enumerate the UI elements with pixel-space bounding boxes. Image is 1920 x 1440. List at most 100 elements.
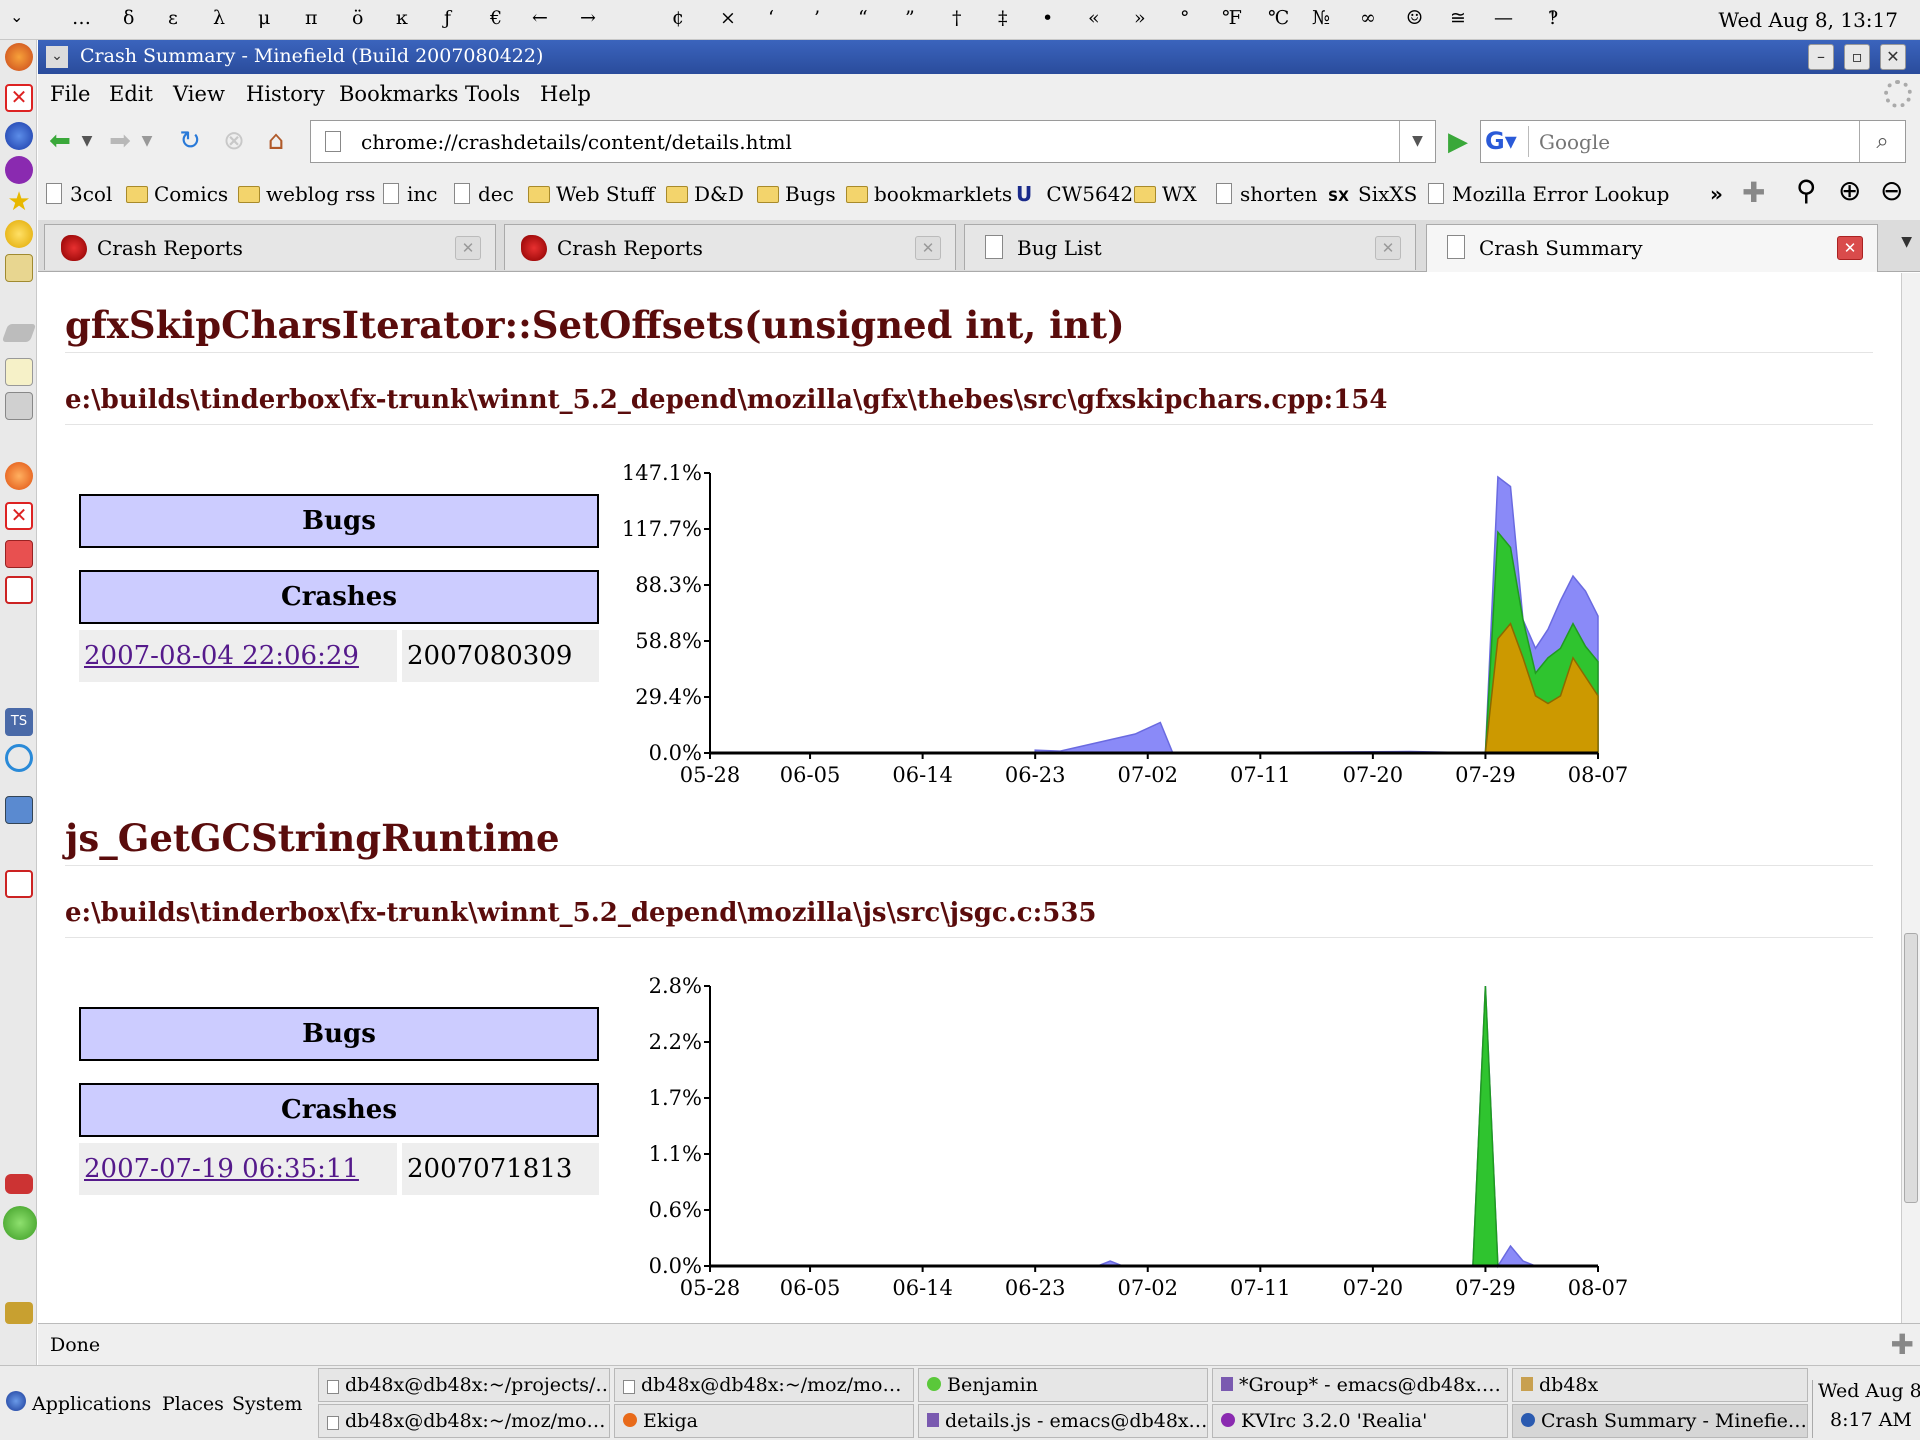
palette-glyph[interactable]: ‡: [998, 7, 1008, 29]
palette-glyph[interactable]: ĸ: [396, 7, 408, 29]
add-icon[interactable]: ✚: [1891, 1328, 1914, 1361]
menu-edit[interactable]: Edit: [109, 82, 153, 106]
crash-date-link[interactable]: 2007-07-19 06:35:11: [84, 1154, 359, 1184]
palette-glyph[interactable]: ☺: [1406, 7, 1423, 29]
tab-list-dropdown-icon[interactable]: ▼: [1901, 234, 1912, 250]
menu-bookmarks[interactable]: Bookmarks: [339, 82, 458, 106]
maximize-button[interactable]: ▫: [1844, 44, 1870, 70]
bc-icon[interactable]: [5, 576, 33, 604]
close-icon[interactable]: ✕: [5, 84, 33, 112]
panel-clock-time[interactable]: 8:17 AM: [1830, 1409, 1912, 1431]
palette-glyph[interactable]: ¢: [672, 7, 684, 29]
bookmark-folder-dnd[interactable]: D&D: [666, 182, 744, 206]
palette-glyph[interactable]: λ: [213, 7, 225, 29]
bookmark-folder-bookmarklets[interactable]: bookmarklets: [846, 182, 1012, 206]
refresh-icon[interactable]: [5, 744, 33, 772]
firefox-icon[interactable]: [5, 43, 33, 71]
taskbar-item[interactable]: details.js - emacs@db48x.…: [918, 1404, 1208, 1438]
taskbar-item[interactable]: KVIrc 3.2.0 'Realia': [1212, 1404, 1508, 1438]
palette-glyph[interactable]: «: [1088, 7, 1100, 29]
palette-glyph[interactable]: ‘: [768, 7, 774, 29]
palette-glyph[interactable]: °: [1180, 7, 1190, 29]
top-clock[interactable]: Wed Aug 8, 13:17: [1719, 8, 1898, 32]
palette-glyph[interactable]: ×: [720, 7, 736, 29]
taskbar-item[interactable]: db48x@db48x:~/moz/mo…: [318, 1404, 610, 1438]
system-menu[interactable]: System: [232, 1393, 302, 1415]
go-icon[interactable]: ▶: [1440, 124, 1476, 160]
palette-glyph[interactable]: …: [72, 7, 91, 29]
stop-icon[interactable]: ⊗: [218, 125, 250, 157]
back-dropdown-icon[interactable]: ▼: [78, 125, 96, 157]
menu-history[interactable]: History: [246, 82, 325, 106]
zoom-in-icon[interactable]: ⊕: [1838, 174, 1861, 207]
panel-clock-date[interactable]: Wed Aug 8: [1818, 1380, 1920, 1402]
search-go-icon[interactable]: ⌕: [1859, 121, 1905, 162]
palette-glyph[interactable]: π: [305, 7, 318, 29]
bookmark-folder-wx[interactable]: WX: [1134, 182, 1197, 206]
add-icon[interactable]: ✚: [1742, 176, 1765, 209]
palette-glyph[interactable]: »: [1134, 7, 1146, 29]
ubuntu-icon[interactable]: [5, 462, 33, 490]
tab-close-button[interactable]: ✕: [1375, 236, 1401, 260]
tab-crash-reports[interactable]: Crash Reports ✕: [44, 224, 496, 270]
close-window-button[interactable]: ✕: [1880, 44, 1906, 70]
zoom-out-icon[interactable]: ⊖: [1880, 174, 1903, 207]
bookmarks-overflow-icon[interactable]: »: [1710, 182, 1723, 206]
bookmark-sixxs[interactable]: SX SixXS: [1328, 182, 1417, 206]
vertical-scrollbar[interactable]: [1901, 273, 1920, 1323]
bookmark-shorten[interactable]: shorten: [1216, 182, 1318, 206]
close-icon[interactable]: ✕: [5, 502, 33, 530]
palette-glyph[interactable]: †: [952, 7, 962, 29]
window-titlebar[interactable]: ⌄ Crash Summary - Minefield (Build 20070…: [38, 40, 1920, 74]
palette-glyph[interactable]: ‽: [1548, 7, 1558, 29]
folder-icon[interactable]: [5, 254, 33, 282]
tab-bug-list[interactable]: Bug List ✕: [964, 224, 1416, 270]
taskbar-item[interactable]: db48x@db48x:~/moz/mo…: [614, 1368, 914, 1402]
url-history-dropdown-icon[interactable]: ▼: [1399, 121, 1435, 162]
smiley-icon[interactable]: [5, 220, 33, 248]
tab-close-button[interactable]: ✕: [455, 236, 481, 260]
palette-glyph[interactable]: ℃: [1268, 7, 1289, 29]
bookmark-folder-web-stuff[interactable]: Web Stuff: [528, 182, 655, 206]
ts-icon[interactable]: TS: [5, 708, 33, 736]
search-box[interactable]: G▾ ⌕: [1480, 120, 1906, 163]
taskbar-item[interactable]: Benjamin: [918, 1368, 1208, 1402]
palette-glyph[interactable]: •: [1042, 7, 1053, 29]
forward-icon[interactable]: ➡: [104, 125, 136, 157]
google-engine-icon[interactable]: G▾: [1485, 126, 1529, 157]
palette-glyph[interactable]: €: [490, 7, 502, 29]
tab-close-button[interactable]: ✕: [1837, 236, 1863, 260]
tab-close-button[interactable]: ✕: [915, 236, 941, 260]
bookmark-folder-weblog-rss[interactable]: weblog rss: [238, 182, 375, 206]
scrollbar-thumb[interactable]: [1904, 933, 1918, 1203]
bookmark-folder-comics[interactable]: Comics: [126, 182, 228, 206]
taskbar-item[interactable]: *Group* - emacs@db48x.…: [1212, 1368, 1508, 1402]
url-text[interactable]: chrome://crashdetails/content/details.ht…: [361, 130, 792, 154]
menu-tools[interactable]: Tools: [465, 82, 520, 106]
palette-glyph[interactable]: ε: [168, 7, 178, 29]
palette-glyph[interactable]: ∞: [1360, 7, 1376, 29]
forward-dropdown-icon[interactable]: ▼: [138, 125, 156, 157]
lock-icon[interactable]: [5, 1302, 33, 1324]
palette-glyph[interactable]: ≅: [1450, 7, 1466, 29]
kvirc-icon[interactable]: [5, 156, 33, 184]
eraser-icon[interactable]: [1, 324, 37, 342]
bookmark-dec[interactable]: dec: [454, 182, 514, 206]
magnifier-icon[interactable]: ⚲: [1796, 174, 1817, 207]
crash-date-link[interactable]: 2007-08-04 22:06:29: [84, 641, 359, 671]
palette-glyph[interactable]: μ: [258, 7, 270, 29]
bookmark-3col[interactable]: 3col: [46, 182, 112, 206]
palette-glyph[interactable]: →: [580, 7, 596, 29]
palette-glyph[interactable]: ”: [905, 7, 915, 29]
url-bar[interactable]: chrome://crashdetails/content/details.ht…: [310, 120, 1436, 163]
palette-glyph[interactable]: ←: [532, 7, 548, 29]
notepad-icon[interactable]: [5, 358, 33, 386]
bookmark-mozilla-error-lookup[interactable]: Mozilla Error Lookup: [1428, 182, 1669, 206]
palette-glyph[interactable]: ’: [814, 7, 820, 29]
window-menu-icon[interactable]: ⌄: [46, 46, 68, 68]
monitor-icon[interactable]: [5, 796, 33, 824]
reload-icon[interactable]: ↻: [174, 125, 206, 157]
palette-glyph[interactable]: ƒ: [444, 7, 451, 29]
palette-glyph[interactable]: δ: [123, 7, 134, 29]
taskbar-item[interactable]: db48x: [1512, 1368, 1808, 1402]
